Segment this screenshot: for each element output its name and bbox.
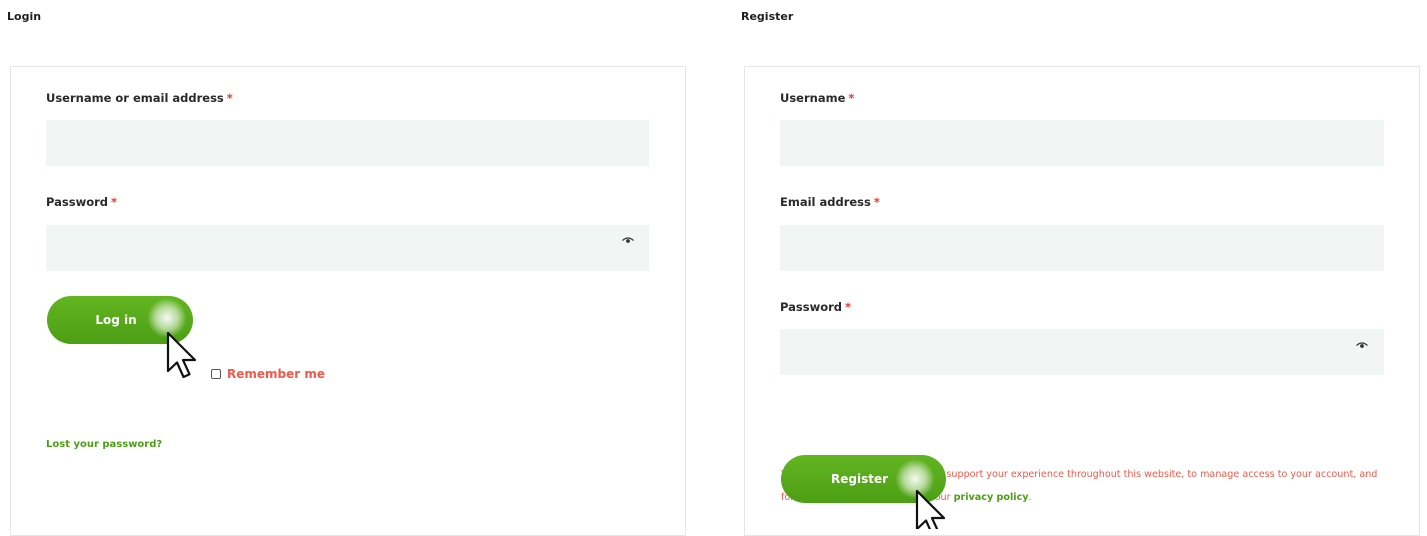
login-password-label: Password * — [46, 195, 117, 209]
login-button[interactable]: Log in — [47, 296, 193, 344]
login-password-label-text: Password — [46, 195, 108, 209]
email-address-input[interactable] — [780, 225, 1384, 271]
register-password-label-text: Password — [780, 300, 842, 314]
required-asterisk: * — [873, 195, 880, 209]
required-asterisk: * — [845, 300, 852, 314]
remember-me-checkbox[interactable] — [211, 369, 221, 379]
click-highlight — [895, 459, 935, 499]
login-card: Username or email address * Password * Log… — [10, 66, 686, 536]
eye-icon[interactable] — [622, 237, 634, 244]
register-card: Username* Email address* Password* Your … — [744, 66, 1420, 536]
click-highlight — [147, 298, 187, 338]
remember-me-label: Remember me — [227, 367, 325, 381]
eye-icon[interactable] — [1356, 342, 1368, 349]
username-email-input[interactable] — [46, 120, 649, 166]
remember-me[interactable]: Remember me — [211, 367, 325, 381]
required-asterisk: * — [848, 91, 855, 105]
register-username-input[interactable] — [780, 120, 1384, 166]
login-heading: Login — [7, 10, 42, 23]
email-address-label: Email address * — [780, 195, 880, 209]
username-email-label-text: Username or email address — [46, 91, 224, 105]
register-username-label: Username * — [780, 91, 854, 105]
register-password-label: Password * — [780, 300, 851, 314]
email-address-label-text: Email address — [780, 195, 871, 209]
register-heading: Register — [741, 10, 794, 23]
login-button-label: Log in — [95, 313, 137, 327]
privacy-policy-link[interactable]: privacy policy — [954, 492, 1029, 503]
register-button-label: Register — [830, 472, 889, 486]
privacy-notice-end: . — [1028, 492, 1032, 503]
lost-password-link[interactable]: Lost your password? — [46, 439, 162, 450]
register-password-input[interactable] — [780, 329, 1384, 375]
register-username-label-text: Username — [780, 91, 846, 105]
username-email-label: Username or email address * — [46, 91, 233, 105]
login-password-input[interactable] — [46, 225, 649, 271]
required-asterisk: * — [226, 91, 233, 105]
required-asterisk: * — [111, 195, 118, 209]
register-button[interactable]: Register — [781, 455, 946, 503]
